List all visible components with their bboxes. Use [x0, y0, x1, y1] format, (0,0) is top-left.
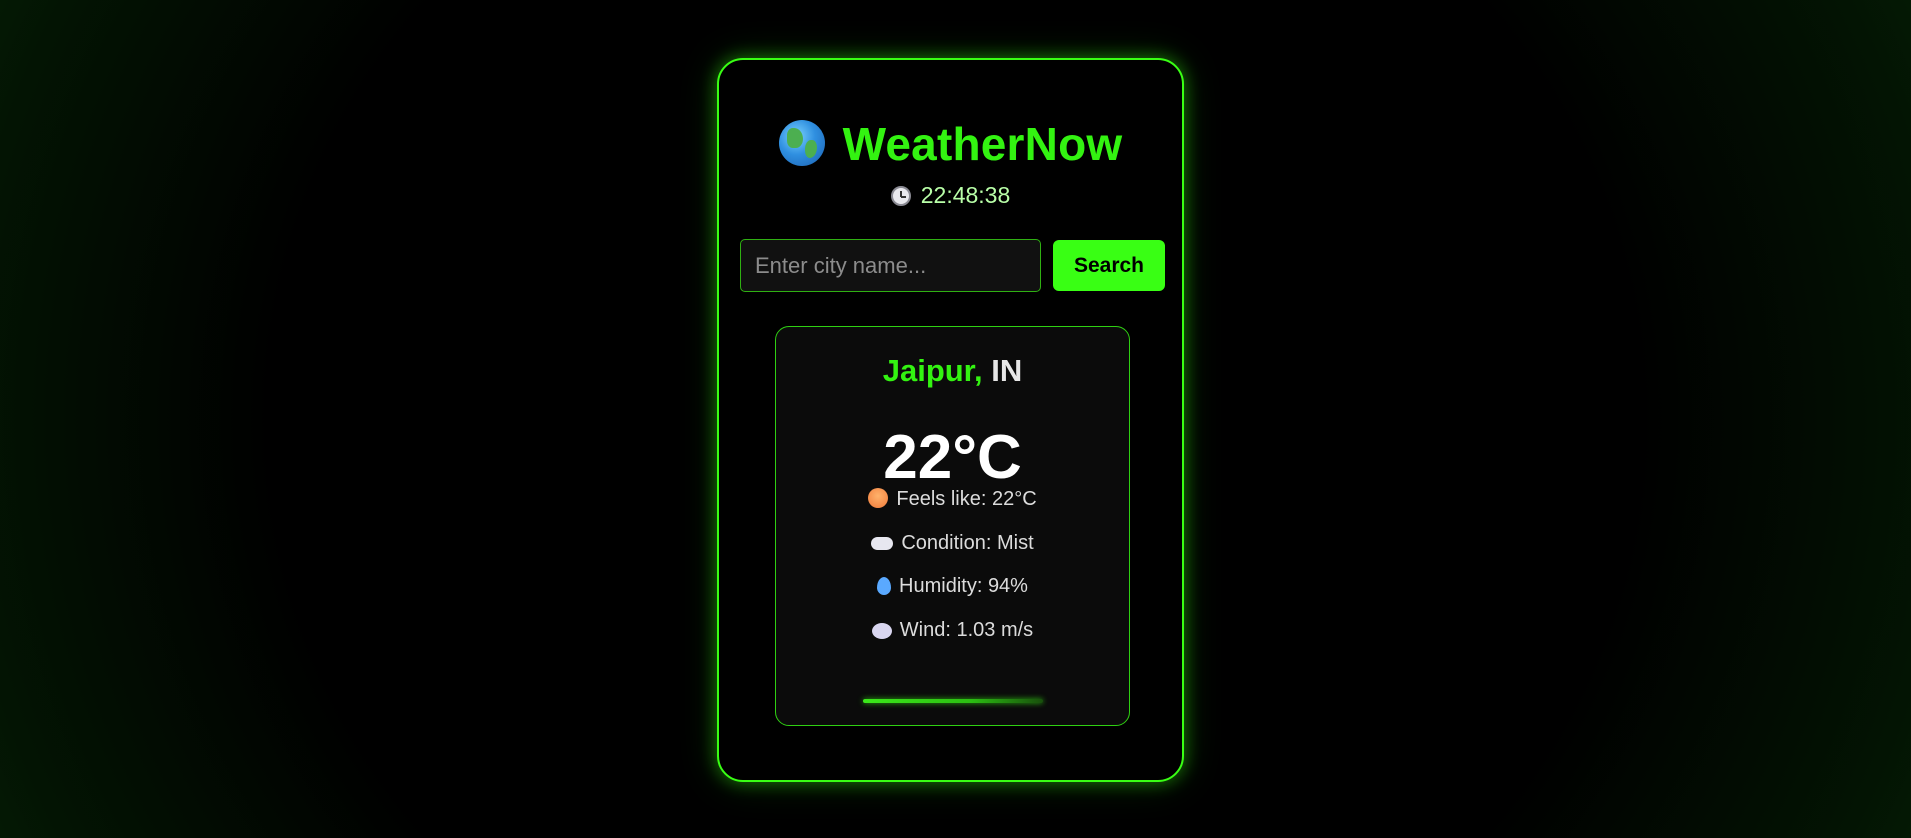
globe-icon — [778, 120, 825, 166]
location: Jaipur, IN — [776, 353, 1129, 389]
condition-row: Condition: Mist — [776, 532, 1129, 555]
feels-like-row: Feels like: 22°C — [776, 488, 1129, 511]
humidity-text: Humidity: 94% — [899, 575, 1028, 597]
app-card: WeatherNow 22:48:38 Search Jaipur, IN 22… — [717, 58, 1184, 782]
temperature: 22°C — [883, 423, 1022, 492]
condition-text: Condition: Mist — [901, 532, 1034, 554]
app-title: WeatherNow — [842, 118, 1123, 170]
clock-icon — [890, 186, 911, 206]
droplet-icon — [877, 577, 892, 595]
weather-card: Jaipur, IN 22°C Feels like: 22°C Conditi… — [775, 326, 1130, 726]
wind-text: Wind: 1.03 m/s — [899, 619, 1034, 641]
clock-time: 22:48:38 — [920, 182, 1011, 208]
country-code: IN — [991, 353, 1023, 388]
humidity-row: Humidity: 94% — [776, 575, 1129, 598]
search-button[interactable]: Search — [1053, 240, 1165, 291]
wind-row: Wind: 1.03 m/s — [776, 619, 1129, 642]
city-name: Jaipur, — [882, 353, 983, 388]
feels-like-text: Feels like: 22°C — [896, 488, 1037, 510]
app-header: WeatherNow — [719, 120, 1182, 167]
cloud-icon — [871, 537, 894, 550]
city-search-input[interactable] — [740, 239, 1041, 292]
hot-face-icon — [868, 488, 889, 508]
wind-face-icon — [871, 623, 892, 639]
accent-bar — [863, 699, 1043, 703]
clock: 22:48:38 — [719, 182, 1182, 209]
